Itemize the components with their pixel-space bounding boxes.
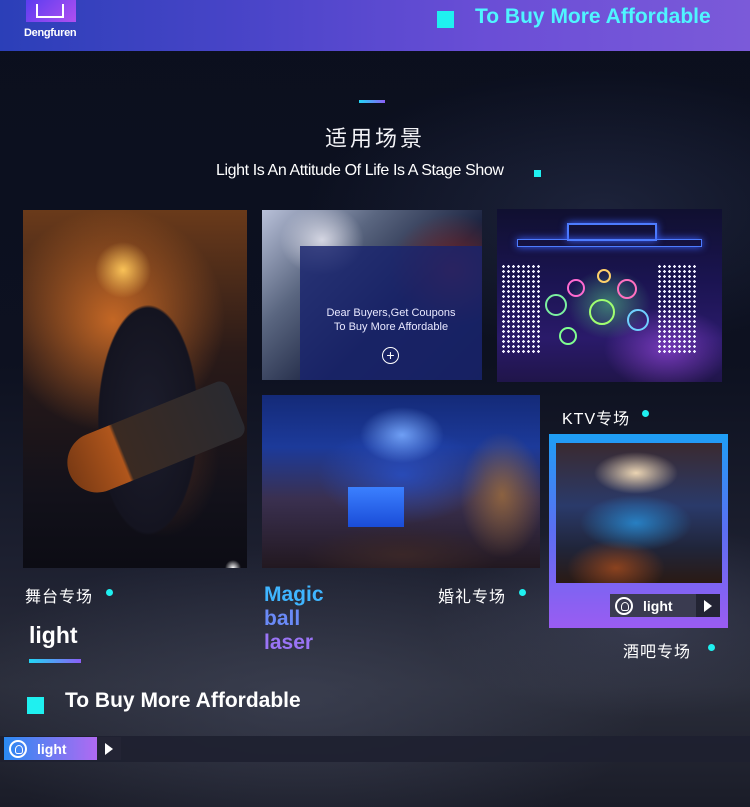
play-arrow-icon[interactable]: [696, 594, 720, 617]
logo-icon: [26, 0, 76, 22]
stage-scene-label: 舞台专场: [25, 589, 94, 606]
bottom-pill-label: light: [37, 740, 67, 757]
ring-light-icon: [567, 279, 585, 297]
ktv-label-dot: [642, 410, 649, 417]
light-pill-body[interactable]: light: [610, 594, 696, 617]
bottom-light-pill[interactable]: light: [4, 737, 121, 760]
accent-square: [437, 11, 454, 28]
ring-light-icon: [559, 327, 577, 345]
product-name-stack: Magic ball laser: [264, 583, 324, 655]
bottom-slogan: To Buy More Affordable: [65, 689, 301, 712]
play-arrow-icon[interactable]: [97, 737, 121, 760]
title-accent-line: [359, 100, 385, 103]
brand-word: light: [29, 622, 78, 648]
ring-light-icon: [597, 269, 611, 283]
bulb-icon: [9, 739, 27, 758]
header-slogan: To Buy More Affordable: [475, 5, 711, 28]
ring-light-icon: [627, 309, 649, 331]
bar-scene-label: 酒吧专场: [623, 644, 692, 661]
plus-icon[interactable]: +: [382, 347, 399, 364]
product-name-line-3: laser: [264, 631, 314, 654]
promo-line-1: Dear Buyers,Get Coupons: [326, 307, 456, 319]
bar-scene-photo[interactable]: [556, 443, 722, 583]
bottom-pill-body[interactable]: light: [4, 737, 97, 760]
ring-light-icon: [589, 299, 615, 325]
stage-screen: [348, 487, 404, 527]
stage-label-dot: [106, 589, 113, 596]
wedding-scene-label: 婚礼专场: [438, 589, 507, 606]
coupon-promo-photo[interactable]: Dear Buyers,Get Coupons To Buy More Affo…: [262, 210, 482, 380]
ceiling-strip-icon: [517, 239, 702, 247]
ring-light-icon: [545, 294, 567, 316]
ring-light-icon: [617, 279, 637, 299]
bulb-icon: [615, 596, 633, 615]
brand-underline: [29, 659, 81, 663]
logo-text: Dengfuren: [24, 27, 77, 39]
subtitle-accent-square: [534, 170, 541, 177]
ktv-scene-label: KTV专场: [562, 411, 631, 428]
wedding-scene-photo[interactable]: [262, 395, 540, 568]
led-panel-left: [501, 264, 541, 354]
promo-line-2: To Buy More Affordable: [333, 321, 449, 333]
led-panel-right: [657, 264, 697, 354]
section-subtitle: Light Is An Attitude Of Life Is A Stage …: [216, 162, 504, 179]
bottom-accent-square: [27, 697, 44, 714]
product-name-line-2: ball: [264, 607, 301, 630]
top-banner: Dengfuren To Buy More Affordable: [0, 0, 750, 51]
section-title: 适用场景: [324, 126, 425, 151]
promo-text: Dear Buyers,Get Coupons To Buy More Affo…: [300, 306, 482, 334]
product-name-line-1: Magic: [264, 583, 324, 606]
light-product-pill[interactable]: light: [610, 594, 720, 617]
wedding-label-dot: [519, 589, 526, 596]
ktv-scene-photo[interactable]: [497, 209, 722, 382]
stage-scene-photo[interactable]: [23, 210, 247, 568]
bar-label-dot: [708, 644, 715, 651]
light-pill-label: light: [643, 597, 673, 614]
